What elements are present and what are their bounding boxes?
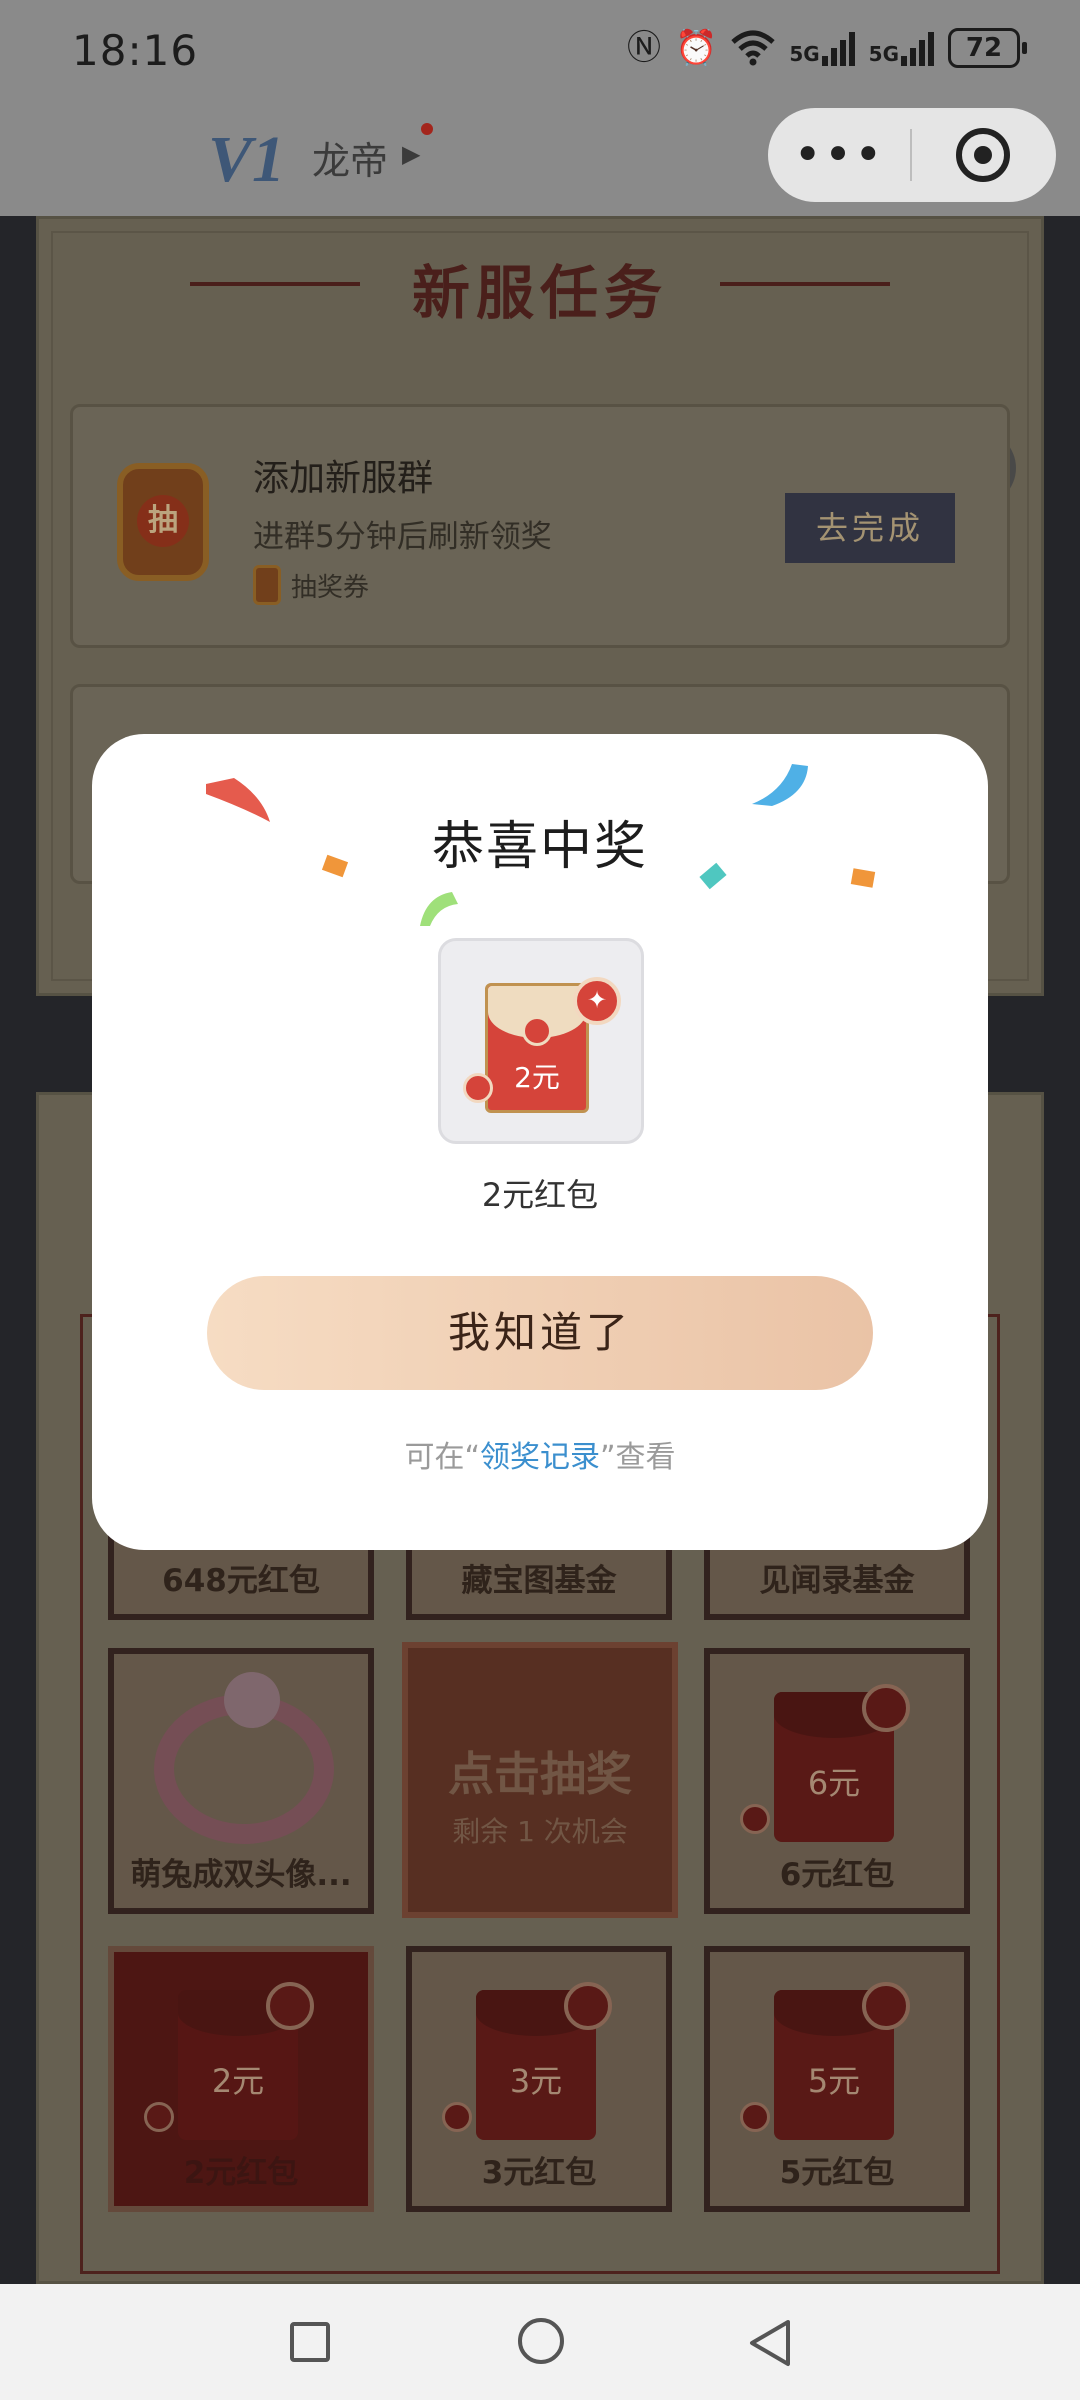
alarm-icon: ⏰	[674, 28, 718, 68]
prize-image-box: 2元 ✦	[438, 938, 644, 1144]
confetti-blue	[752, 764, 808, 806]
back-triangle-icon[interactable]	[746, 2318, 794, 2368]
status-bar: 18:16 Ⓝ ⏰ 5G 5G 72	[0, 0, 1080, 100]
prize-name: 2元红包	[481, 1176, 599, 1214]
capsule-menu: •••	[768, 108, 1056, 202]
nav-bar: V1 龙帝 ▶ •••	[0, 100, 1080, 216]
signal-icon: 5G	[789, 30, 855, 66]
envelope-emblem	[522, 1016, 552, 1046]
network-type-1: 5G	[789, 42, 820, 66]
confetti-green	[420, 892, 458, 926]
app-logo: V1	[208, 123, 286, 196]
square-nav-icon[interactable]	[290, 2322, 330, 2362]
network-type-2: 5G	[868, 42, 899, 66]
circle-nav-icon[interactable]	[518, 2318, 564, 2364]
status-icons: Ⓝ ⏰ 5G 5G 72	[626, 28, 1027, 68]
coin-icon: ✦	[573, 977, 621, 1025]
modal-title: 恭喜中奖	[431, 817, 648, 877]
footnote-suffix: ”查看	[600, 1440, 676, 1475]
award-record-link[interactable]: 领奖记录	[480, 1440, 600, 1475]
wifi-icon	[731, 30, 775, 66]
app-title[interactable]: 龙帝	[312, 130, 388, 185]
got-it-button[interactable]: 我知道了	[207, 1276, 873, 1390]
record-footnote: 可在“领奖记录”查看	[92, 1432, 988, 1476]
chevron-right-icon[interactable]: ▶	[402, 140, 420, 168]
close-target-icon[interactable]	[912, 128, 1054, 182]
coin-icon-small	[463, 1073, 493, 1103]
status-time: 18:16	[72, 26, 199, 75]
nfc-icon: Ⓝ	[626, 28, 661, 68]
prize-amount: 2元	[514, 1061, 560, 1094]
win-modal: 恭喜中奖 2元 ✦ 2元红包 我知道了 可在“领奖记录”查看	[92, 734, 988, 1550]
system-nav-bar	[0, 2284, 1080, 2400]
signal-icon-2: 5G	[869, 30, 934, 66]
battery-icon: 72	[948, 28, 1027, 68]
notification-dot	[421, 123, 433, 135]
footnote-prefix: 可在“	[404, 1440, 480, 1475]
more-dots-icon[interactable]: •••	[768, 108, 910, 202]
